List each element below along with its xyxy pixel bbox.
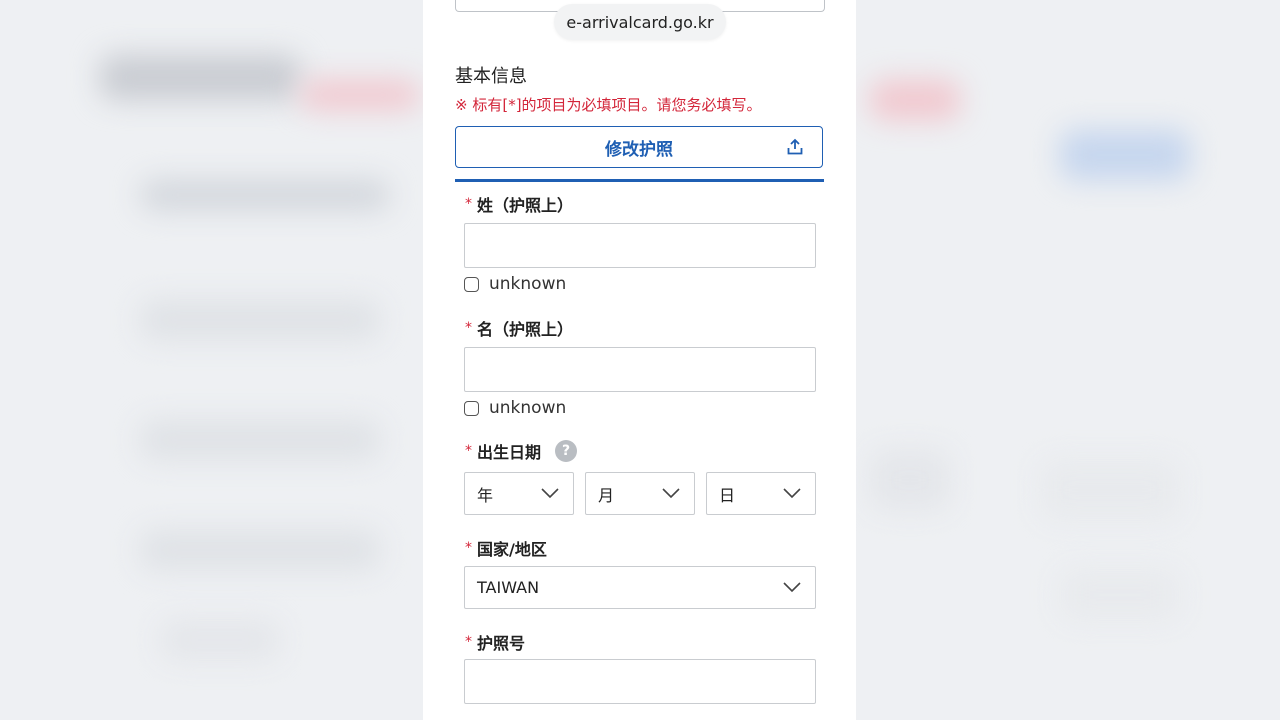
given-name-unknown-label: unknown: [489, 398, 567, 418]
birth-year-select[interactable]: 年: [464, 472, 574, 515]
url-bar[interactable]: e-arrivalcard.go.kr: [554, 4, 726, 40]
passport-number-label: * 护照号: [465, 630, 525, 654]
section-divider: [455, 179, 824, 182]
birth-year-value: 年: [477, 485, 494, 505]
required-mark: *: [465, 540, 472, 556]
modify-passport-button[interactable]: 修改护照: [455, 126, 823, 168]
bg-blur-shape: [1060, 130, 1190, 180]
mobile-form-view: e-arrivalcard.go.kr 基本信息 ※ 标有[*]的项目为必填项目…: [423, 0, 856, 720]
given-name-unknown-row[interactable]: unknown: [464, 398, 566, 418]
given-name-input[interactable]: [464, 347, 816, 392]
chevron-down-icon: [662, 488, 680, 499]
given-name-label: * 名（护照上）: [465, 316, 573, 340]
passport-number-label-text: 护照号: [477, 634, 526, 653]
bg-blur-shape: [160, 620, 280, 660]
section-title: 基本信息: [455, 66, 527, 87]
birth-month-value: 月: [598, 485, 615, 505]
surname-input[interactable]: [464, 223, 816, 268]
required-mark: *: [465, 634, 472, 650]
bg-blur-shape: [100, 55, 300, 100]
birth-day-value: 日: [719, 485, 736, 505]
required-notice: ※ 标有[*]的项目为必填项目。请您务必填写。: [455, 96, 762, 114]
required-mark: *: [465, 443, 472, 459]
modify-passport-label: 修改护照: [605, 139, 673, 160]
given-name-unknown-checkbox[interactable]: [464, 400, 479, 416]
country-label: * 国家/地区: [465, 536, 547, 560]
bg-blur-shape: [140, 180, 390, 210]
bg-blur-shape: [140, 300, 380, 340]
surname-unknown-label: unknown: [489, 274, 567, 294]
bg-blur-shape: [870, 80, 960, 120]
birth-date-label: * 出生日期 ?: [465, 439, 578, 463]
country-select[interactable]: TAIWAN: [464, 566, 816, 609]
required-mark: *: [465, 320, 472, 336]
bg-blur-shape: [140, 420, 380, 460]
bg-blur-shape: [1040, 460, 1180, 520]
help-icon[interactable]: ?: [555, 440, 578, 462]
given-name-label-text: 名（护照上）: [477, 320, 574, 339]
surname-unknown-checkbox[interactable]: [464, 276, 479, 292]
surname-unknown-row[interactable]: unknown: [464, 274, 566, 294]
country-label-text: 国家/地区: [477, 540, 547, 559]
country-value: TAIWAN: [477, 578, 540, 597]
chevron-down-icon: [783, 582, 801, 593]
bg-blur-shape: [300, 80, 420, 110]
chevron-down-icon: [783, 488, 801, 499]
url-text: e-arrivalcard.go.kr: [566, 12, 714, 32]
bg-blur-shape: [140, 530, 380, 570]
upload-icon: [787, 138, 803, 155]
birth-day-select[interactable]: 日: [706, 472, 816, 515]
birth-month-select[interactable]: 月: [585, 472, 695, 515]
surname-label-text: 姓（护照上）: [477, 196, 574, 215]
bg-blur-shape: [870, 450, 950, 510]
birth-date-label-text: 出生日期: [477, 443, 542, 462]
bg-blur-shape: [1060, 570, 1180, 620]
surname-label: * 姓（护照上）: [465, 192, 573, 216]
passport-number-input[interactable]: [464, 659, 816, 704]
required-mark: *: [465, 196, 472, 212]
chevron-down-icon: [541, 488, 559, 499]
